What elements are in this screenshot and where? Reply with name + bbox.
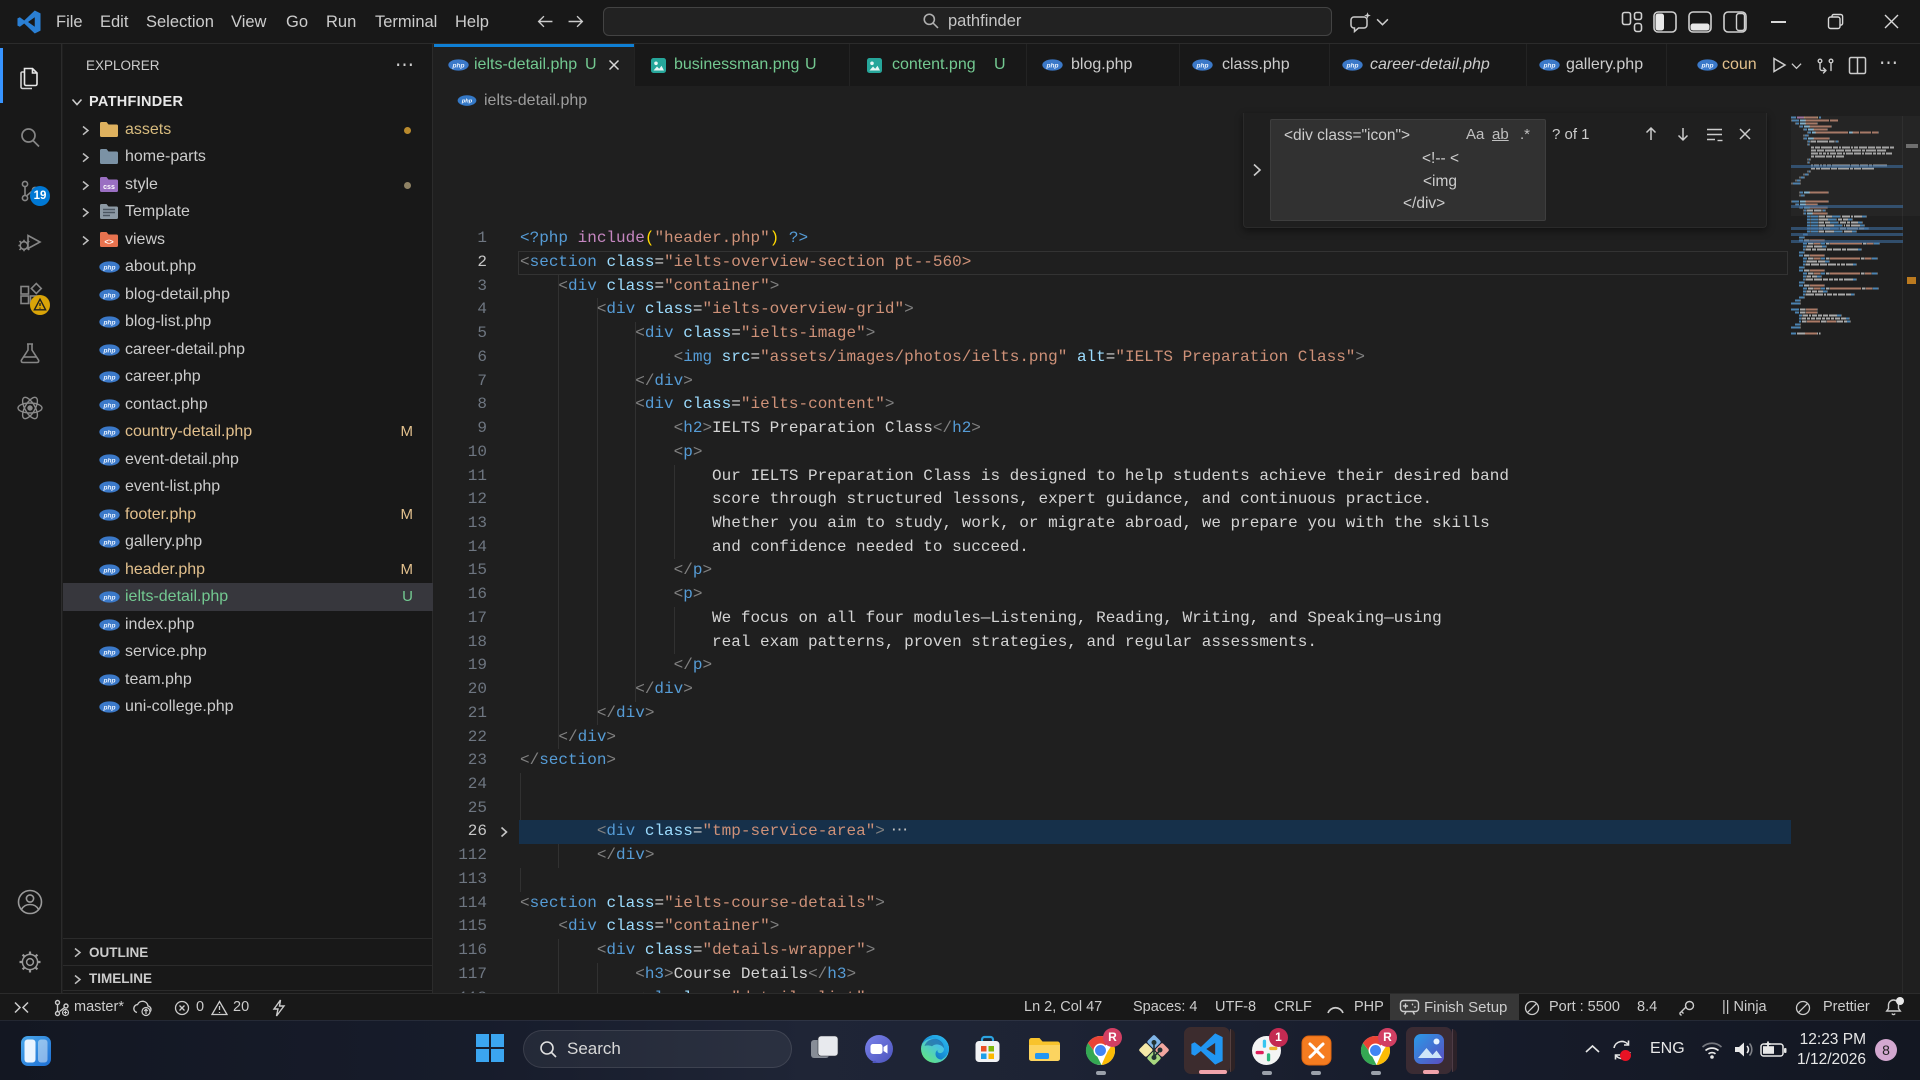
svg-text:php: php (103, 457, 116, 464)
svg-text:php: php (1196, 62, 1209, 69)
svg-text:php: php (103, 320, 116, 327)
svg-text:php: php (103, 375, 116, 382)
svg-text:php: php (103, 292, 116, 299)
svg-text:php: php (103, 265, 116, 272)
svg-text:php: php (103, 705, 116, 712)
svg-text:php: php (1701, 62, 1714, 69)
svg-text:php: php (103, 347, 116, 354)
svg-text:php: php (103, 650, 116, 657)
svg-text:php: php (452, 62, 465, 69)
svg-text:php: php (103, 677, 116, 684)
svg-text:php: php (1046, 62, 1059, 69)
svg-text:php: php (103, 595, 116, 602)
svg-text:php: php (103, 430, 116, 437)
svg-text:php: php (103, 402, 116, 409)
svg-text:php: php (103, 540, 116, 547)
svg-text:php: php (103, 512, 116, 519)
svg-text:php: php (1543, 62, 1556, 69)
svg-text:php: php (103, 622, 116, 629)
svg-text:php: php (1346, 62, 1359, 69)
svg-text:php: php (461, 99, 473, 105)
svg-text:php: php (103, 567, 116, 574)
svg-text:css: css (103, 184, 115, 191)
svg-text:php: php (103, 485, 116, 492)
svg-text:<>: <> (104, 237, 114, 246)
